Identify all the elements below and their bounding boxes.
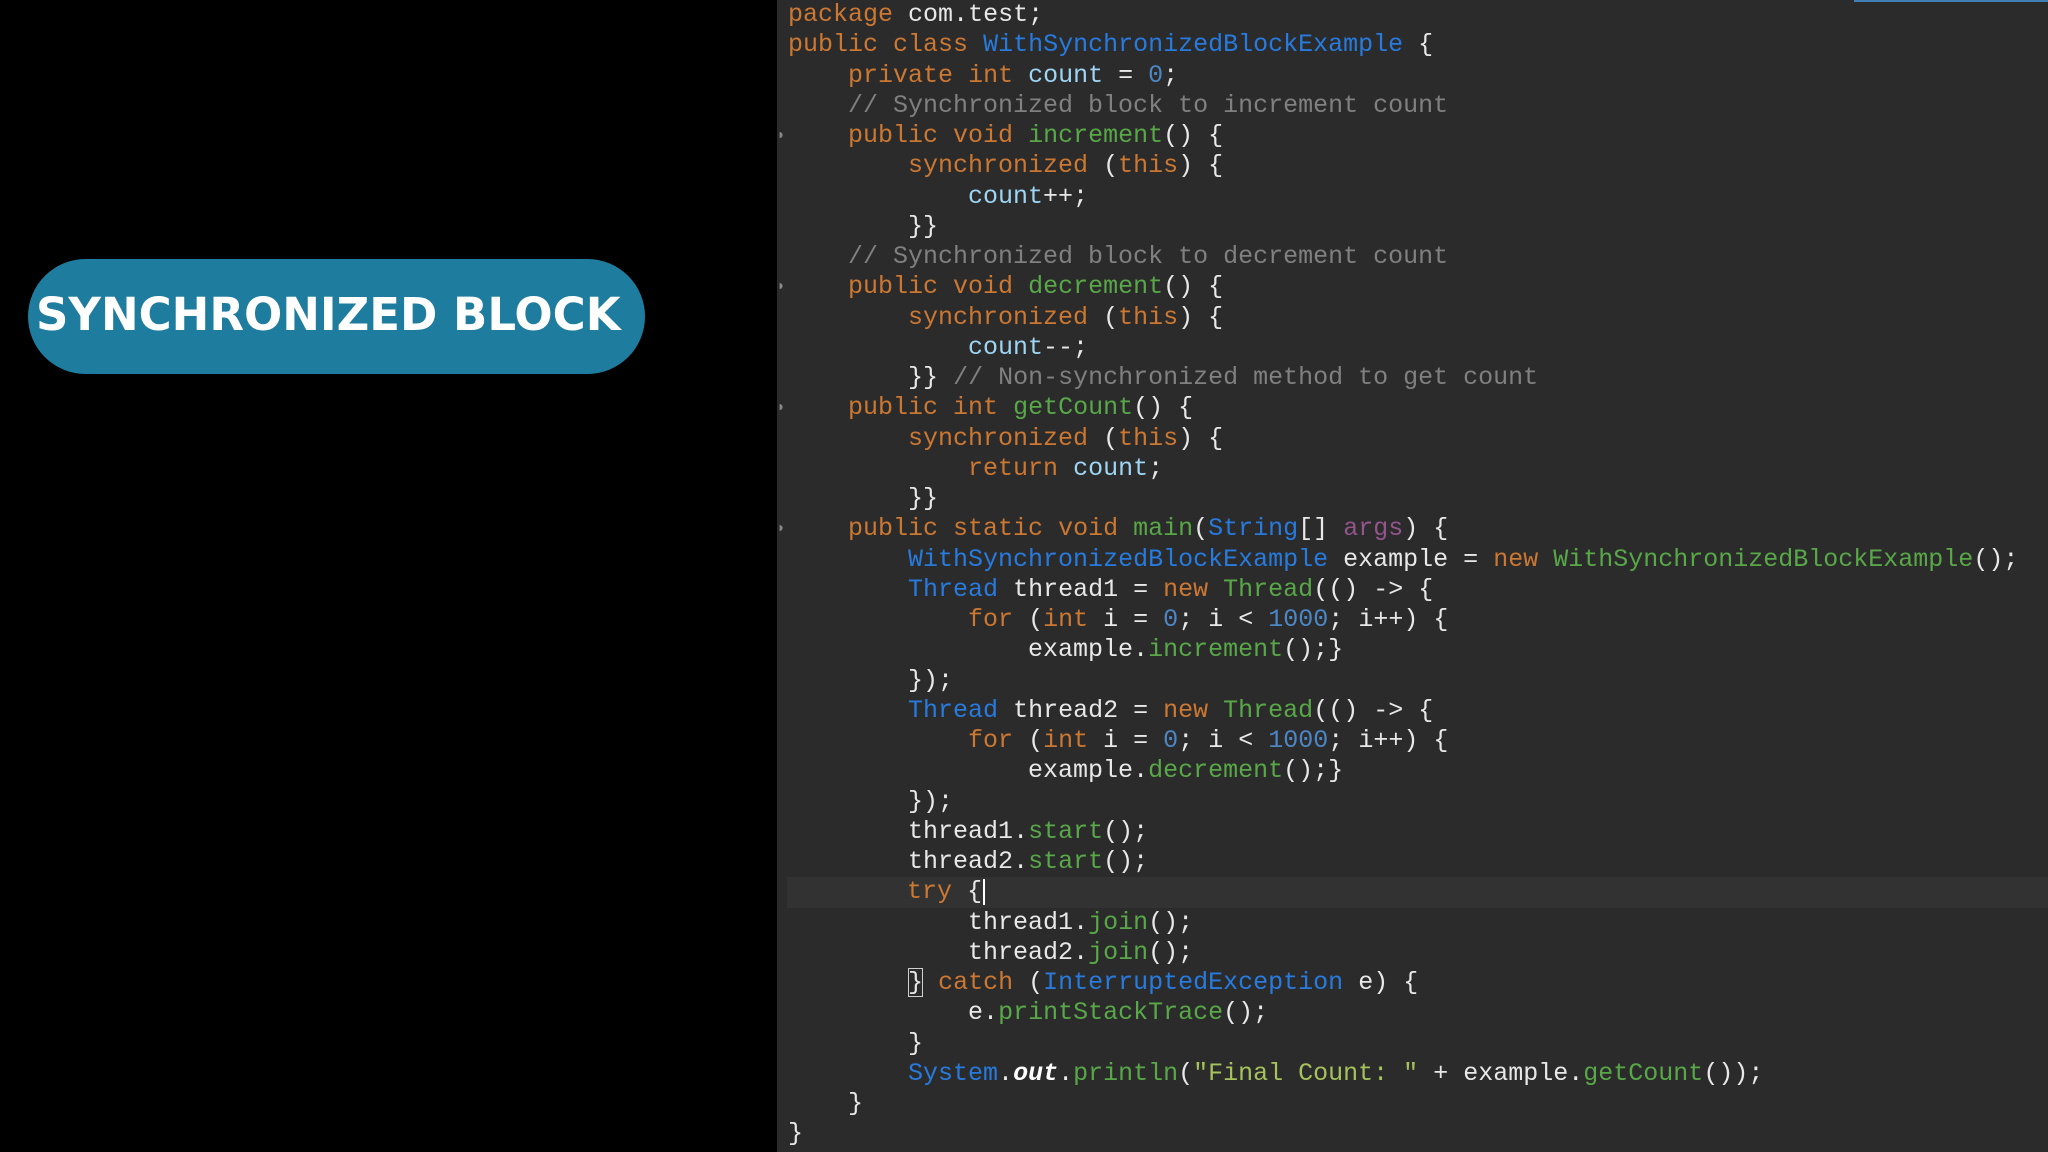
text-caret	[983, 878, 986, 905]
code-line[interactable]: }	[788, 1119, 2048, 1149]
title-badge: SYNCHRONIZED BLOCK	[28, 259, 645, 374]
code-line[interactable]: example.increment();}	[788, 635, 2048, 665]
code-line[interactable]: public class WithSynchronizedBlockExampl…	[788, 30, 2048, 60]
matched-brace: }	[908, 968, 924, 997]
code-line[interactable]: Thread thread2 = new Thread(() -> {	[788, 696, 2048, 726]
code-line[interactable]: for (int i = 0; i < 1000; i++) {	[788, 726, 2048, 756]
code-line[interactable]: count++;	[788, 182, 2048, 212]
fold-marker-icon[interactable]: ◗	[777, 280, 785, 294]
code-line[interactable]: synchronized (this) {	[788, 151, 2048, 181]
code-line[interactable]: System.out.println("Final Count: " + exa…	[788, 1059, 2048, 1089]
code-line[interactable]: public void increment() {◗	[777, 121, 2048, 151]
code-line[interactable]: synchronized (this) {	[788, 303, 2048, 333]
code-line[interactable]: });	[788, 666, 2048, 696]
left-panel: SYNCHRONIZED BLOCK	[0, 0, 777, 1152]
code-line[interactable]: for (int i = 0; i < 1000; i++) {	[788, 605, 2048, 635]
code-line[interactable]: public int getCount() {◗	[777, 393, 2048, 423]
code-line[interactable]: });	[788, 787, 2048, 817]
code-line[interactable]: public void decrement() {◗	[777, 272, 2048, 302]
code-line[interactable]: thread1.join();	[788, 908, 2048, 938]
code-line[interactable]: WithSynchronizedBlockExample example = n…	[788, 545, 2048, 575]
code-line[interactable]: }}	[788, 484, 2048, 514]
code-line[interactable]: count--;	[788, 333, 2048, 363]
fold-marker-icon[interactable]: ◗	[777, 522, 785, 536]
code-area[interactable]: package com.test; public class WithSynchr…	[777, 0, 2048, 1150]
code-line[interactable]: synchronized (this) {	[788, 424, 2048, 454]
title-badge-text: SYNCHRONIZED BLOCK	[36, 288, 621, 341]
code-line[interactable]: thread1.start();	[788, 817, 2048, 847]
fold-marker-icon[interactable]: ◗	[777, 129, 785, 143]
code-line[interactable]: e.printStackTrace();	[788, 998, 2048, 1028]
code-line[interactable]: }} // Non-synchronized method to get cou…	[788, 363, 2048, 393]
code-line[interactable]: // Synchronized block to decrement count	[788, 242, 2048, 272]
code-line[interactable]: thread2.join();	[788, 938, 2048, 968]
code-line[interactable]: Thread thread1 = new Thread(() -> {	[788, 575, 2048, 605]
code-line[interactable]: }	[788, 1029, 2048, 1059]
code-line[interactable]: // Synchronized block to increment count	[788, 91, 2048, 121]
code-line[interactable]: return count;	[788, 454, 2048, 484]
code-line[interactable]: try {	[787, 877, 2048, 908]
code-line[interactable]: private int count = 0;	[788, 61, 2048, 91]
code-editor[interactable]: package com.test; public class WithSynchr…	[777, 0, 2048, 1152]
code-line[interactable]: example.decrement();}	[788, 756, 2048, 786]
code-line[interactable]: } catch (InterruptedException e) {	[788, 968, 2048, 998]
code-line[interactable]: public static void main(String[] args) {…	[777, 514, 2048, 544]
fold-marker-icon[interactable]: ◗	[777, 401, 785, 415]
code-line[interactable]: }	[788, 1089, 2048, 1119]
code-line[interactable]: package com.test;	[788, 0, 2048, 30]
code-line[interactable]: }}	[788, 212, 2048, 242]
code-line[interactable]: thread2.start();	[788, 847, 2048, 877]
